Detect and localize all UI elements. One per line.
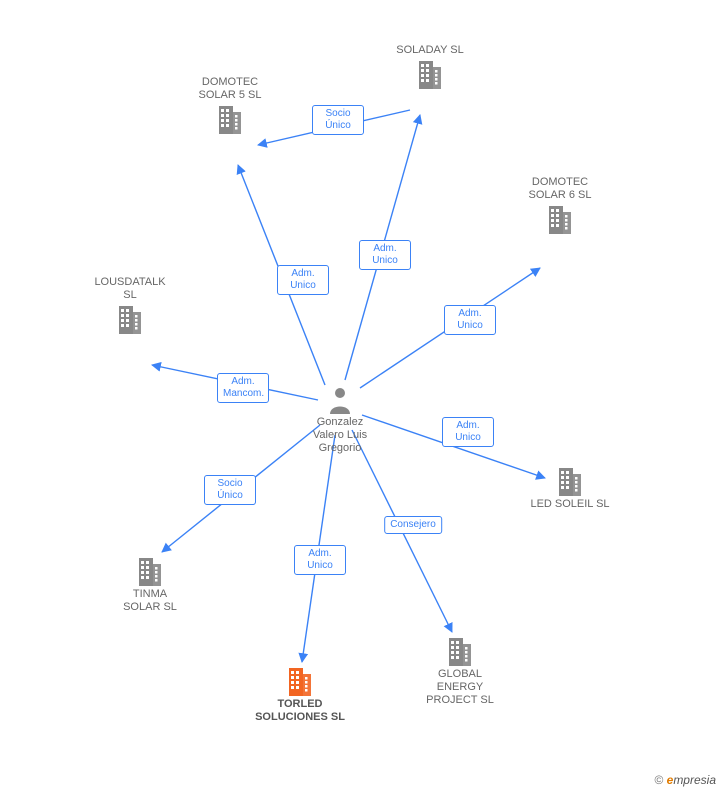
edge-label-soladay_b: SocioÚnico (312, 105, 364, 135)
edge-label-lousdatalk: Adm.Mancom. (217, 373, 269, 403)
building-icon (416, 57, 444, 89)
company-label: GLOBALENERGYPROJECT SL (400, 668, 520, 707)
copyright: © empresia (654, 773, 716, 787)
company-label: TORLEDSOLUCIONES SL (240, 698, 360, 724)
company-node-global[interactable]: GLOBALENERGYPROJECT SL (400, 634, 520, 707)
company-node-lousdatalk[interactable]: LOUSDATALKSL (70, 276, 190, 336)
person-label: Gonzalez Valero Luis Gregorio (280, 416, 400, 455)
network-diagram: Gonzalez Valero Luis Gregorio DOMOTECSOL… (0, 0, 728, 795)
company-node-tinma[interactable]: TINMASOLAR SL (90, 554, 210, 614)
edge-label-soladay_a: Adm.Unico (359, 240, 411, 270)
edge-label-torled: Adm.Unico (294, 545, 346, 575)
edge-label-domotec5: Adm.Unico (277, 265, 329, 295)
company-node-torled[interactable]: TORLEDSOLUCIONES SL (240, 664, 360, 724)
building-icon (446, 634, 474, 666)
building-icon (116, 302, 144, 334)
edge-label-global: Consejero (384, 516, 442, 534)
company-label: TINMASOLAR SL (90, 588, 210, 614)
edge-label-domotec6: Adm.Unico (444, 305, 496, 335)
edge-label-tinma: SocioÚnico (204, 475, 256, 505)
building-icon (136, 554, 164, 586)
company-label: LED SOLEIL SL (510, 498, 630, 511)
company-label: LOUSDATALKSL (70, 276, 190, 302)
building-icon (286, 664, 314, 696)
person-node-center[interactable]: Gonzalez Valero Luis Gregorio (280, 386, 400, 455)
edge-label-ledsoleil: Adm.Unico (442, 417, 494, 447)
building-icon (546, 202, 574, 234)
person-icon (328, 386, 352, 414)
company-node-domotec6[interactable]: DOMOTECSOLAR 6 SL (500, 176, 620, 236)
company-label: DOMOTECSOLAR 6 SL (500, 176, 620, 202)
company-node-ledsoleil[interactable]: LED SOLEIL SL (510, 464, 630, 511)
company-label: SOLADAY SL (370, 44, 490, 57)
company-label: DOMOTECSOLAR 5 SL (170, 76, 290, 102)
company-node-domotec5[interactable]: DOMOTECSOLAR 5 SL (170, 76, 290, 136)
company-node-soladay[interactable]: SOLADAY SL (370, 44, 490, 91)
building-icon (556, 464, 584, 496)
building-icon (216, 102, 244, 134)
